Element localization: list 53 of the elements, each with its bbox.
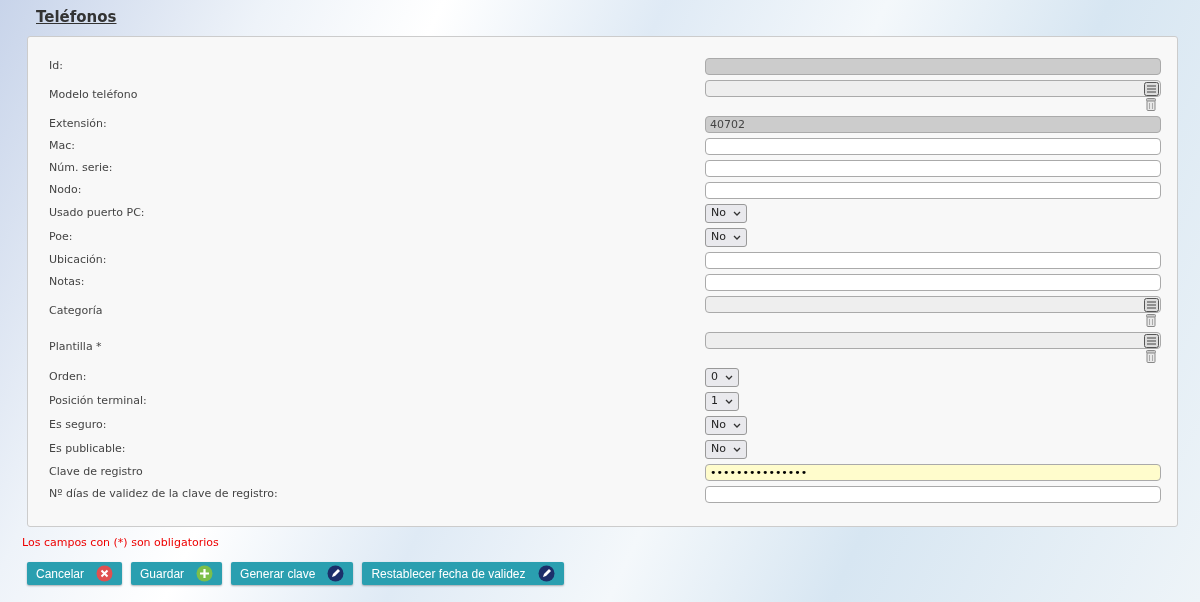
lookup-field[interactable] — [705, 295, 1161, 313]
password-field[interactable]: ••••••••••••••• — [705, 463, 1161, 481]
list-icon[interactable] — [1144, 81, 1159, 96]
required-note: Los campos con (*) son obligatorios — [22, 534, 220, 551]
chevron-down-icon — [732, 446, 741, 452]
pencil-icon — [327, 565, 345, 582]
field-label: Extensión: — [49, 115, 108, 132]
field-label: Orden: — [49, 368, 88, 385]
select-field[interactable]: No — [705, 227, 747, 247]
list-icon[interactable] — [1144, 297, 1159, 312]
field-label: Plantilla * — [49, 338, 103, 355]
page-title: Teléfonos — [36, 7, 117, 28]
field-label: Ubicación: — [49, 251, 108, 268]
field-label: Usado puerto PC: — [49, 204, 146, 221]
field-label: Categoría — [49, 302, 104, 319]
field-label: Posición terminal: — [49, 392, 148, 409]
field-label: Núm. serie: — [49, 159, 114, 176]
select-field[interactable]: No — [705, 439, 747, 459]
field-label: Nº días de validez de la clave de registro: — [49, 485, 279, 502]
chevron-down-icon — [725, 374, 733, 380]
field-label: Id: — [49, 57, 64, 74]
input-field: 40702 — [705, 115, 1161, 133]
input-field[interactable] — [705, 273, 1161, 291]
field-label: Es publicable: — [49, 440, 127, 457]
select-field[interactable]: No — [705, 415, 747, 435]
input-field[interactable] — [705, 137, 1161, 155]
list-icon[interactable] — [1144, 333, 1159, 348]
chevron-down-icon — [732, 234, 741, 240]
input-field[interactable] — [705, 181, 1161, 199]
trash-icon[interactable] — [1146, 313, 1156, 327]
field-label: Notas: — [49, 273, 86, 290]
field-label: Mac: — [49, 137, 76, 154]
chevron-down-icon — [725, 398, 733, 404]
input-field[interactable] — [705, 485, 1161, 503]
chevron-down-icon — [732, 210, 741, 216]
pencil-icon — [537, 565, 555, 582]
trash-icon[interactable] — [1146, 349, 1156, 363]
select-field[interactable]: No — [705, 203, 747, 223]
close-icon — [96, 565, 114, 582]
field-label: Nodo: — [49, 181, 83, 198]
field-label: Clave de registro — [49, 463, 144, 480]
input-field[interactable] — [705, 251, 1161, 269]
field-label: Es seguro: — [49, 416, 108, 433]
field-label: Modelo teléfono — [49, 86, 139, 103]
lookup-field[interactable] — [705, 79, 1161, 97]
field-label: Poe: — [49, 228, 74, 245]
trash-icon[interactable] — [1146, 97, 1156, 111]
input-field[interactable] — [705, 159, 1161, 177]
select-field[interactable]: 0 — [705, 367, 739, 387]
plus-icon — [196, 565, 214, 582]
chevron-down-icon — [732, 422, 741, 428]
lookup-field[interactable] — [705, 331, 1161, 349]
select-field[interactable]: 1 — [705, 391, 739, 411]
